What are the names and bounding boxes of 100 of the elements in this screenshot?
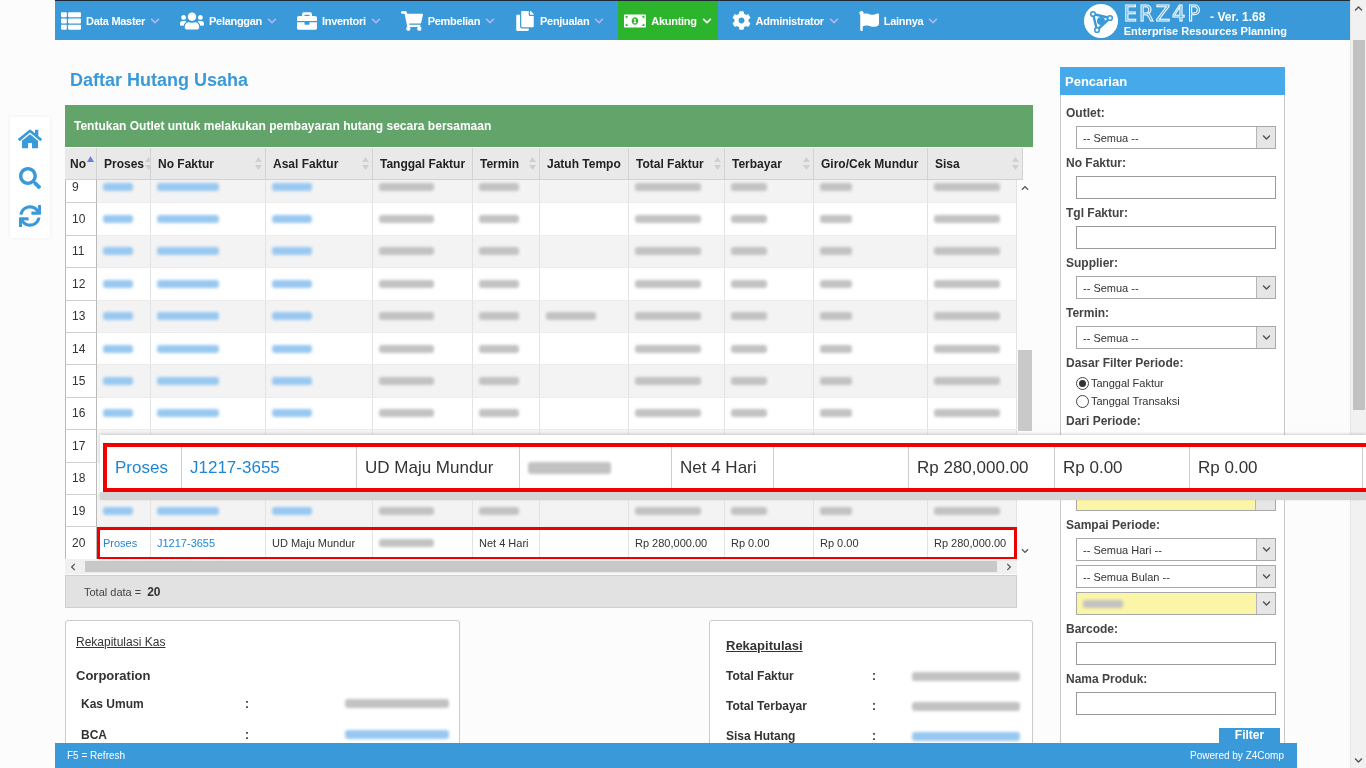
flag-icon — [858, 10, 879, 31]
briefcase-icon — [297, 10, 317, 31]
label-separator: : — [245, 696, 250, 711]
card-title: Rekapitulasi Kas — [76, 634, 166, 650]
field-label: Dari Periode: — [1066, 413, 1141, 429]
text-input[interactable] — [1076, 692, 1276, 715]
table-cell: Rp 0.00 — [1198, 457, 1258, 478]
table-cell: Rp 0.00 — [1063, 457, 1123, 478]
row-number: 16 — [65, 397, 97, 431]
scrollbar-thumb[interactable] — [85, 561, 997, 572]
search-icon — [19, 167, 41, 189]
column-header[interactable]: Tanggal Faktur — [373, 148, 473, 180]
select-field[interactable]: -- Semua Bulan -- — [1076, 565, 1276, 588]
chevron-down-icon[interactable] — [1021, 547, 1029, 555]
list-icon — [61, 10, 81, 31]
select-field[interactable]: -- Semua -- — [1076, 126, 1276, 149]
home-button[interactable] — [18, 127, 42, 151]
column-header[interactable]: Proses — [97, 148, 151, 180]
field-label: No Faktur: — [1066, 155, 1126, 171]
chevron-up-icon[interactable] — [1021, 184, 1029, 192]
table-link[interactable]: J1217-3655 — [190, 457, 280, 478]
chevron-down-icon[interactable] — [1256, 566, 1275, 587]
column-header[interactable]: Terbayar — [725, 148, 814, 180]
radio-icon[interactable] — [1076, 376, 1089, 390]
column-header[interactable]: Total Faktur — [629, 148, 725, 180]
row-number: 13 — [65, 300, 97, 333]
chevron-down-icon[interactable] — [1256, 127, 1275, 148]
chevron-up-icon[interactable] — [1354, 3, 1363, 13]
total-label: Total data = — [84, 585, 142, 598]
select-field[interactable]: -- Semua -- — [1076, 326, 1276, 349]
column-header[interactable]: No — [65, 148, 97, 180]
page-scrollbar[interactable] — [1350, 0, 1366, 768]
scrollbar-thumb[interactable] — [1352, 40, 1365, 410]
logo-tagline: Enterprise Resources Planning — [1123, 25, 1287, 38]
label-separator: : — [245, 727, 250, 742]
select-field[interactable]: -- Semua Hari -- — [1076, 538, 1276, 561]
horizontal-scrollbar[interactable] — [65, 559, 1017, 574]
text-input[interactable] — [1076, 176, 1276, 199]
search-button[interactable] — [19, 167, 41, 189]
chevron-down-icon — [928, 15, 939, 26]
table-cell: Net 4 Hari — [680, 457, 757, 478]
home-icon — [18, 127, 42, 151]
table-link[interactable]: Proses — [115, 457, 168, 478]
group-heading: Corporation — [76, 668, 151, 684]
column-header[interactable]: No Faktur — [151, 148, 266, 180]
settings-icon — [731, 11, 751, 30]
select-field[interactable]: -- Semua -- — [1076, 276, 1276, 299]
summary-label: Total Terbayar — [726, 699, 808, 713]
field-label: Supplier: — [1066, 255, 1118, 271]
card-title: Rekapitulasi — [726, 637, 803, 655]
radio-option[interactable]: Tanggal Faktur — [1076, 374, 1180, 392]
summary-label: BCA — [81, 727, 108, 742]
refresh-button[interactable] — [19, 205, 41, 227]
row-number: 10 — [65, 203, 97, 236]
cart-icon — [400, 9, 423, 32]
table-cell: UD Maju Mundur — [272, 537, 356, 549]
table-cell: UD Maju Mundur — [365, 457, 494, 478]
select-field[interactable] — [1076, 592, 1276, 615]
row-number: 9 — [65, 180, 97, 204]
table-cell: Rp 0.00 — [731, 537, 770, 549]
documents-icon — [515, 10, 536, 31]
table-link[interactable]: J1217-3655 — [157, 537, 216, 549]
radio-option[interactable]: Tanggal Transaksi — [1076, 392, 1180, 410]
logo-wordmark: ERZ4P — [1123, 3, 1203, 25]
summary-label: Sisa Hutang — [726, 729, 797, 743]
chevron-down-icon — [594, 15, 605, 26]
chevron-down-icon[interactable] — [1256, 277, 1275, 298]
chevron-down-icon — [701, 15, 712, 26]
total-count: 20 — [147, 584, 161, 599]
column-header[interactable]: Termin — [473, 148, 540, 180]
field-label: Nama Produk: — [1066, 671, 1148, 687]
column-header[interactable]: Jatuh Tempo — [540, 148, 629, 180]
row-number: 11 — [65, 235, 97, 269]
chevron-down-icon[interactable] — [1256, 327, 1275, 348]
chevron-right-icon[interactable] — [1005, 562, 1013, 571]
chevron-down-icon[interactable] — [1256, 539, 1275, 560]
table-link[interactable]: Proses — [103, 537, 138, 549]
column-header[interactable]: Asal Faktur — [266, 148, 373, 180]
field-label: Sampai Periode: — [1066, 517, 1161, 533]
select-field[interactable] — [1076, 500, 1276, 511]
label-separator: : — [872, 729, 877, 743]
scrollbar-thumb[interactable] — [1018, 350, 1032, 431]
chevron-down-icon[interactable] — [1256, 593, 1275, 614]
table-cell: Rp 0.00 — [820, 537, 859, 549]
info-banner: Tentukan Outlet untuk melakukan pembayaran hutang secara bersamaan — [65, 105, 1033, 147]
row-number: 12 — [65, 268, 97, 301]
field-label: Termin: — [1066, 305, 1110, 321]
text-input[interactable] — [1076, 226, 1276, 249]
field-label: Dasar Filter Periode: — [1066, 355, 1184, 371]
chevron-down-icon[interactable] — [1354, 755, 1363, 765]
chevron-left-icon[interactable] — [69, 562, 77, 571]
radio-icon[interactable] — [1076, 394, 1089, 408]
summary-label: Kas Umum — [81, 696, 145, 711]
panel-header: Pencarian — [1060, 67, 1285, 95]
text-input[interactable] — [1076, 642, 1276, 665]
field-label: Tgl Faktur: — [1066, 205, 1128, 221]
column-header[interactable]: Sisa — [928, 148, 1023, 180]
table-cell: Rp 280,000.00 — [635, 537, 708, 549]
row-number: 20 — [65, 527, 97, 559]
column-header[interactable]: Giro/Cek Mundur — [814, 148, 928, 180]
